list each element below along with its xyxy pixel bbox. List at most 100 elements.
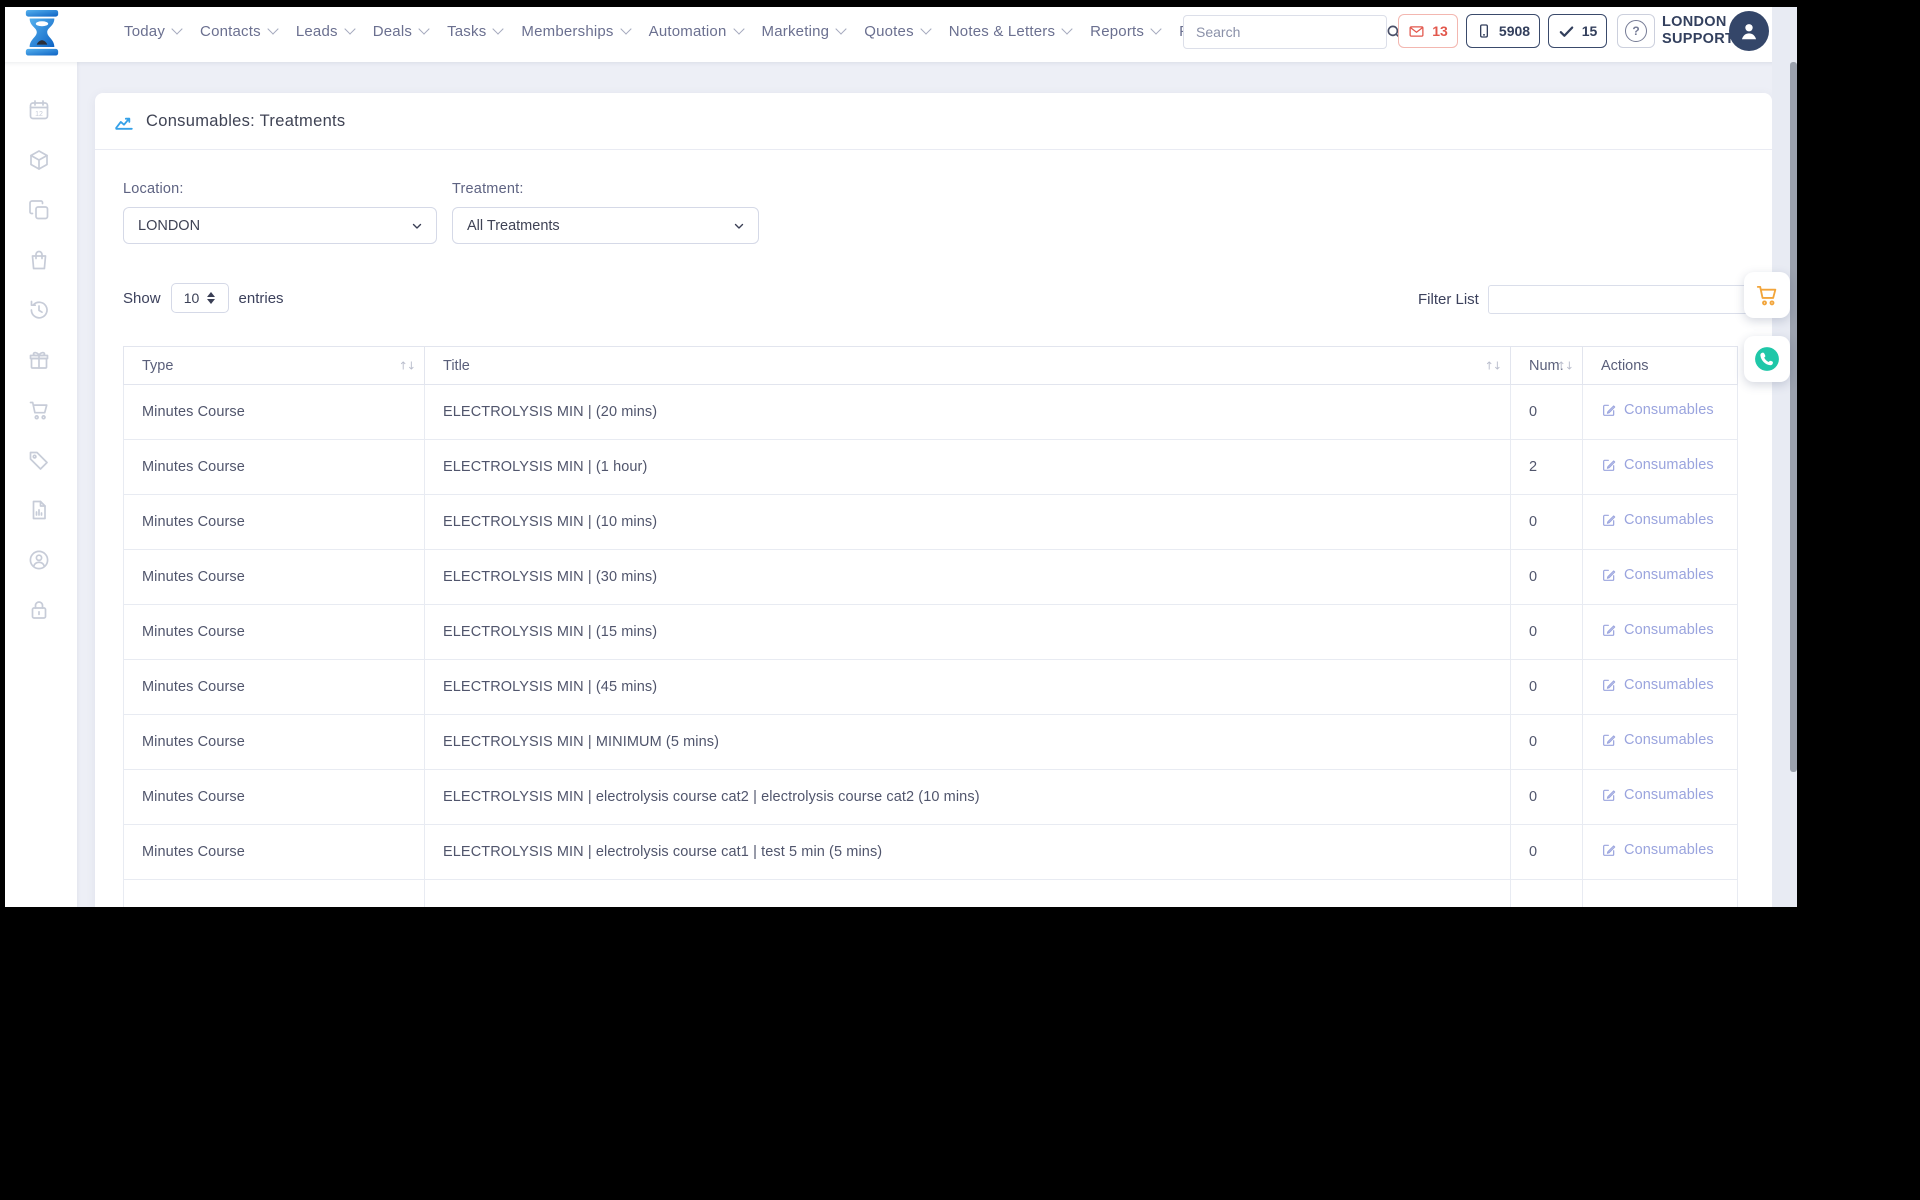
user-name-line2: SUPPORT xyxy=(1662,31,1735,47)
history-icon[interactable] xyxy=(27,298,51,322)
nav-item-automation[interactable]: Automation xyxy=(648,22,745,40)
shopping-bag-icon[interactable] xyxy=(27,248,51,272)
chevron-down-icon xyxy=(619,23,632,35)
search-box xyxy=(1183,15,1401,49)
main-nav: Today Contacts Leads Deals Tasks Memberships A… xyxy=(124,0,1212,62)
consumables-link[interactable]: Consumables xyxy=(1601,842,1714,858)
letterbox-top xyxy=(0,0,1797,7)
show-label: Show xyxy=(123,289,161,307)
consumables-link[interactable]: Consumables xyxy=(1601,512,1714,528)
cell-type: Minutes Course xyxy=(123,494,425,550)
chevron-down-icon xyxy=(732,23,745,35)
location-select[interactable]: LONDON xyxy=(123,207,437,244)
treatments-table: Type ↑↓ Title ↑↓ Num. ↑↓ Actions Minutes… xyxy=(123,346,1738,907)
tasks-badge[interactable]: 15 xyxy=(1548,14,1607,48)
column-header-label: Type xyxy=(142,357,174,374)
consumables-link[interactable]: Consumables xyxy=(1601,402,1714,418)
consumables-link[interactable]: Consumables xyxy=(1601,622,1714,638)
column-header-title[interactable]: Title ↑↓ xyxy=(424,346,1511,385)
nav-item-deals[interactable]: Deals xyxy=(372,22,430,40)
help-button[interactable]: ? xyxy=(1617,14,1655,48)
cell-type: Minutes Course xyxy=(123,604,425,660)
scrollbar-thumb[interactable] xyxy=(1790,62,1797,772)
nav-item-label: Automation xyxy=(648,22,727,40)
cell-empty xyxy=(424,879,1511,907)
filter-list-input[interactable] xyxy=(1487,285,1754,314)
gift-icon[interactable] xyxy=(27,348,51,372)
cell-num: 0 xyxy=(1510,769,1583,825)
floating-whatsapp-button[interactable] xyxy=(1744,336,1790,382)
cell-actions: Consumables xyxy=(1582,384,1738,440)
messages-badge[interactable]: 13 xyxy=(1398,14,1458,48)
edit-icon xyxy=(1601,402,1617,418)
nav-item-tasks[interactable]: Tasks xyxy=(447,23,505,40)
cell-type: Minutes Course xyxy=(123,769,425,825)
copy-icon[interactable] xyxy=(27,198,51,222)
column-header-type[interactable]: Type ↑↓ xyxy=(123,346,425,385)
mobile-phone-icon xyxy=(1476,23,1492,39)
package-icon[interactable] xyxy=(27,148,51,172)
cell-num: 0 xyxy=(1510,494,1583,550)
nav-item-memberships[interactable]: Memberships xyxy=(521,23,632,40)
user-circle-icon[interactable] xyxy=(27,548,51,572)
sort-icon[interactable]: ↑↓ xyxy=(1485,359,1502,372)
nav-item-today[interactable]: Today xyxy=(124,23,183,40)
phone-badge[interactable]: 5908 xyxy=(1466,14,1540,48)
nav-item-label: Deals xyxy=(372,22,413,40)
consumables-link[interactable]: Consumables xyxy=(1601,457,1714,473)
consumables-link[interactable]: Consumables xyxy=(1601,567,1714,583)
cell-type: Minutes Course xyxy=(123,824,425,880)
calendar-icon[interactable]: 12 xyxy=(27,98,51,122)
cart-icon[interactable] xyxy=(27,398,51,422)
whatsapp-icon xyxy=(1754,346,1780,372)
treatment-select[interactable]: All Treatments xyxy=(452,207,759,244)
cart-icon xyxy=(1754,282,1780,308)
treatment-label: Treatment: xyxy=(452,181,524,197)
cell-title: ELECTROLYSIS MIN | (15 mins) xyxy=(424,604,1511,660)
report-chart-icon[interactable] xyxy=(27,498,51,522)
filter-list: Filter List xyxy=(1418,285,1754,314)
nav-item-label: Quotes xyxy=(864,22,914,40)
cell-num: 0 xyxy=(1510,659,1583,715)
table-row: Minutes Course ELECTROLYSIS MIN | electro… xyxy=(123,824,1738,880)
consumables-link-label: Consumables xyxy=(1624,567,1714,583)
consumables-link-label: Consumables xyxy=(1624,787,1714,803)
entries-per-page-select[interactable]: 10 xyxy=(170,283,229,313)
column-header-num[interactable]: Num. ↑↓ xyxy=(1510,346,1583,385)
consumables-link-label: Consumables xyxy=(1624,732,1714,748)
consumables-link-label: Consumables xyxy=(1624,677,1714,693)
edit-icon xyxy=(1601,787,1617,803)
consumables-link-label: Consumables xyxy=(1624,402,1714,418)
nav-item-marketing[interactable]: Marketing xyxy=(761,22,847,40)
consumables-link[interactable]: Consumables xyxy=(1601,787,1714,803)
sort-icon[interactable]: ↑↓ xyxy=(1557,359,1574,372)
consumables-link[interactable]: Consumables xyxy=(1601,677,1714,693)
cell-empty xyxy=(1582,879,1738,907)
user-avatar[interactable] xyxy=(1729,11,1769,51)
person-icon xyxy=(1736,18,1762,44)
lock-icon[interactable] xyxy=(27,598,51,622)
search-input[interactable] xyxy=(1184,24,1385,40)
nav-item-label: Leads xyxy=(295,22,338,40)
consumables-link[interactable]: Consumables xyxy=(1601,732,1714,748)
cell-type: Minutes Course xyxy=(123,714,425,770)
cell-empty xyxy=(123,879,425,907)
content-card: Consumables: Treatments Location: LONDON… xyxy=(95,93,1772,907)
cell-actions: Consumables xyxy=(1582,604,1738,660)
svg-text:12: 12 xyxy=(35,111,43,118)
nav-item-contacts[interactable]: Contacts xyxy=(200,23,279,40)
nav-item-label: Notes & Letters xyxy=(948,22,1056,40)
price-tag-icon[interactable] xyxy=(27,448,51,472)
column-header-label: Title xyxy=(443,357,470,374)
nav-item-leads[interactable]: Leads xyxy=(295,22,356,40)
chevron-down-icon xyxy=(1150,23,1162,35)
nav-item-label: Marketing xyxy=(761,22,830,40)
nav-item-reports[interactable]: Reports xyxy=(1090,23,1162,40)
nav-item-quotes[interactable]: Quotes xyxy=(864,22,932,40)
sort-icon[interactable]: ↑↓ xyxy=(399,359,416,372)
floating-cart-button[interactable] xyxy=(1744,272,1790,318)
nav-item-notes-letters[interactable]: Notes & Letters xyxy=(948,22,1073,40)
cell-num: 0 xyxy=(1510,604,1583,660)
hourglass-logo[interactable] xyxy=(23,9,61,56)
app-viewport: Today Contacts Leads Deals Tasks Memberships A… xyxy=(0,0,1797,907)
